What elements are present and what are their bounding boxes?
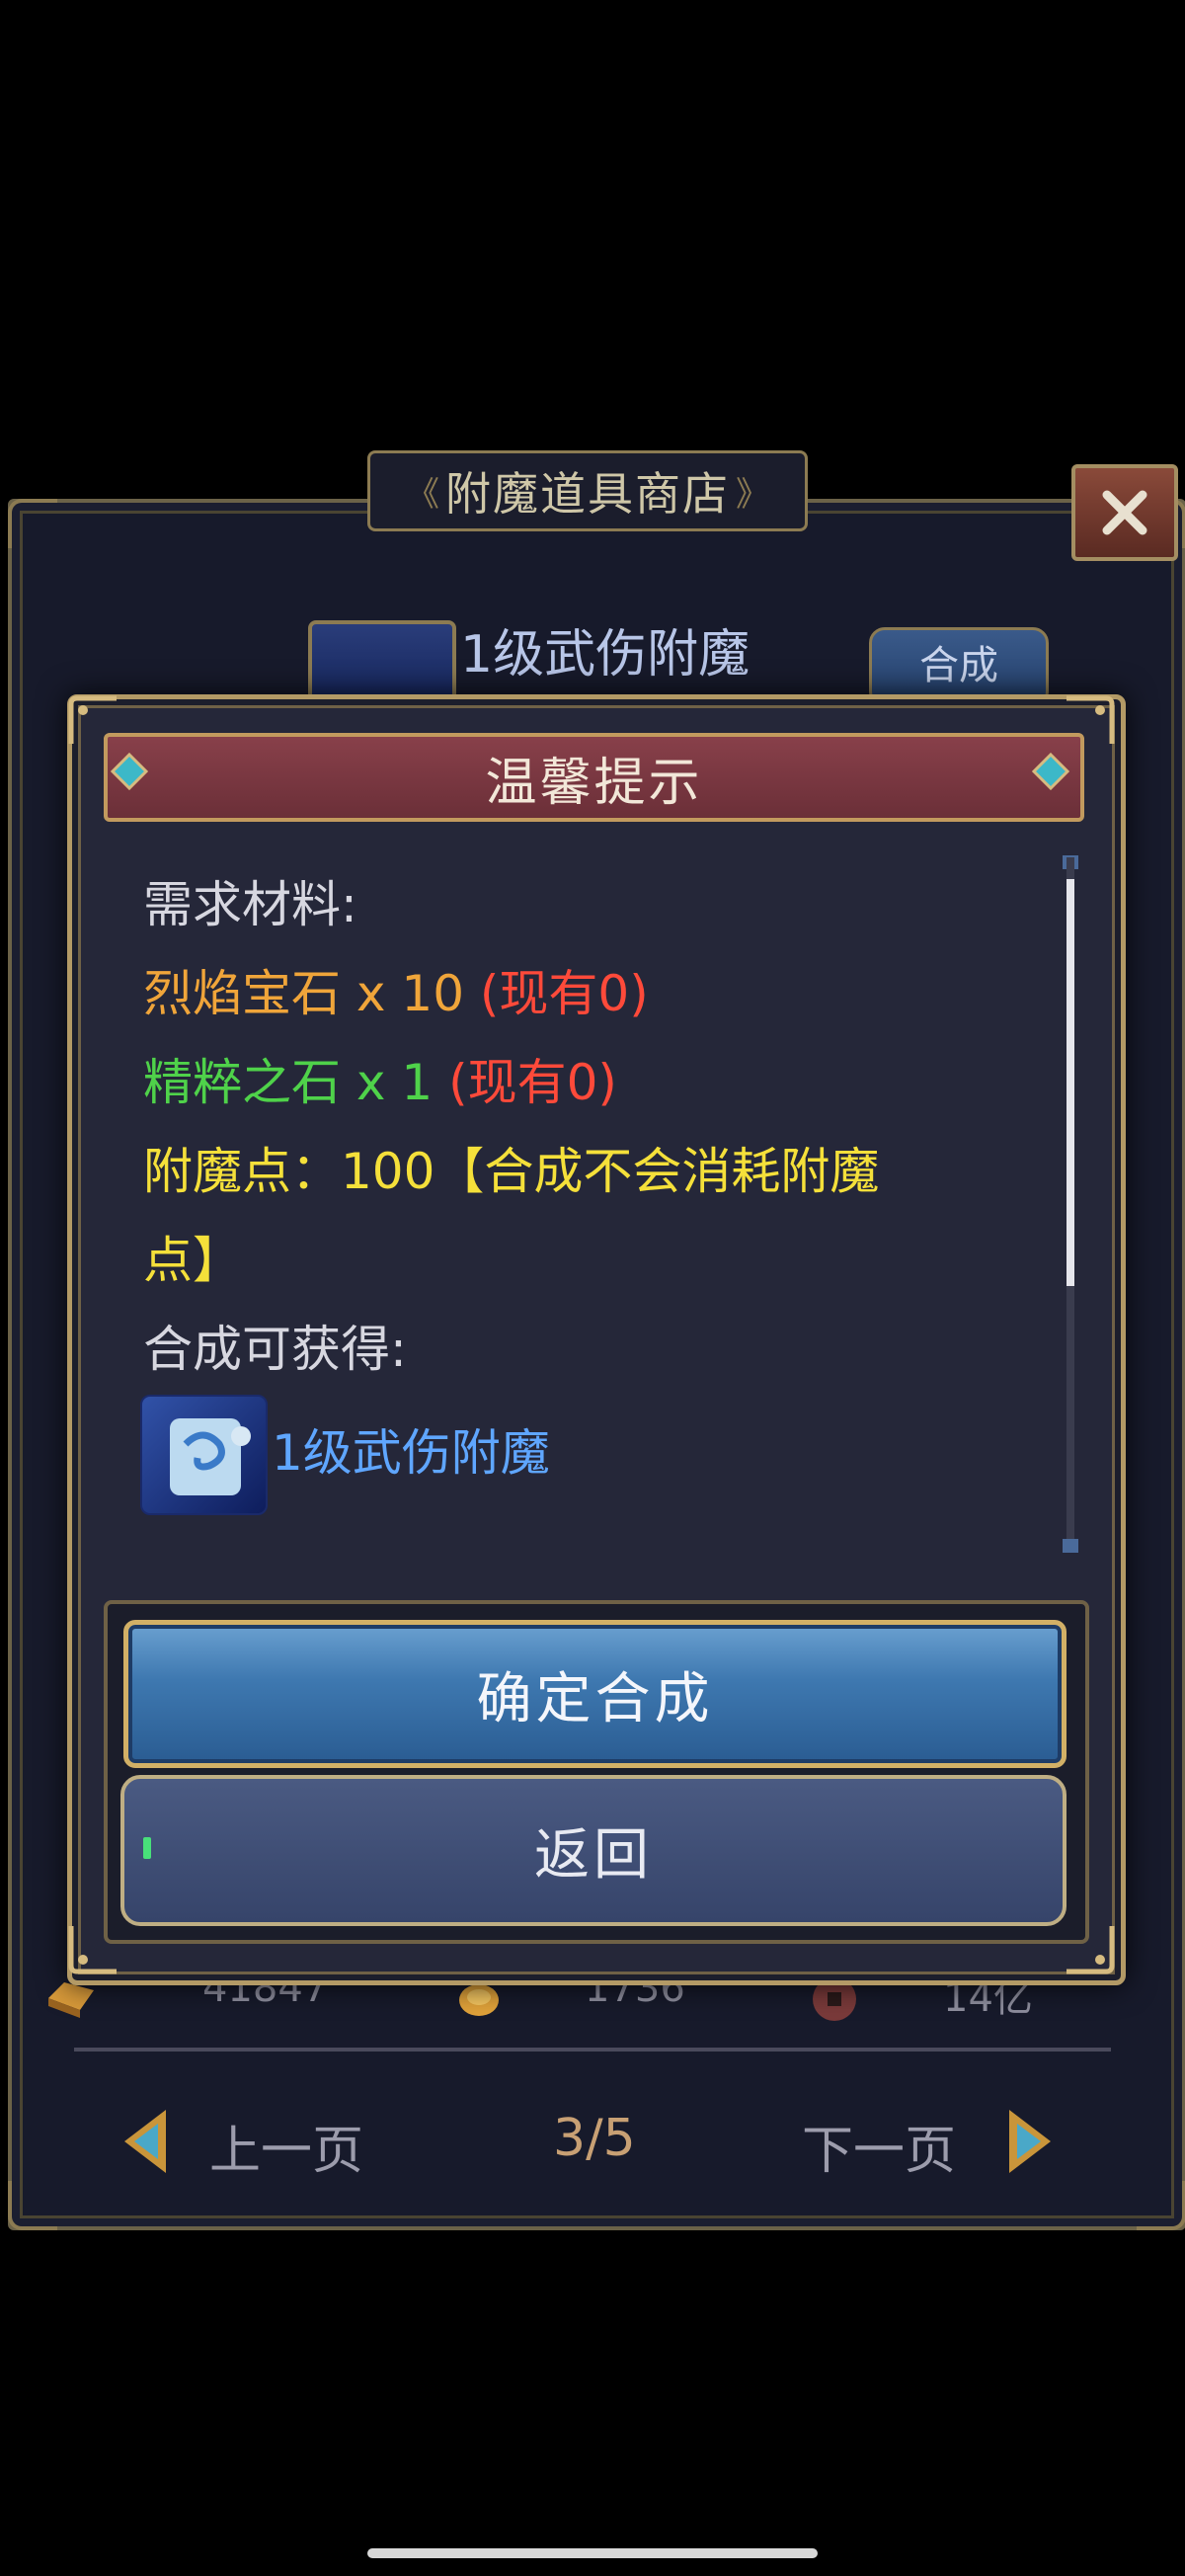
diamond-ornament-icon [111,753,148,790]
scroll-down-icon[interactable] [1063,1539,1078,1553]
scrollbar-thumb[interactable] [1066,879,1074,1286]
dialog-header: 温馨提示 [104,733,1084,822]
close-icon [1102,490,1147,535]
page-indicator: 3/5 [553,2109,636,2168]
dialog-title: 温馨提示 [485,753,703,813]
material-row: 精粹之石 x 1 (现有0) [143,1037,617,1128]
title-bracket-right-icon: 》 [736,474,769,515]
divider [74,2048,1111,2052]
close-button[interactable] [1071,464,1178,561]
diamond-ornament-icon [1032,753,1069,790]
confirm-label: 确定合成 [476,1666,714,1731]
shop-title: 附魔道具商店 [445,467,730,521]
enchant-points-text: 附魔点：100【合成不会消耗附魔 [143,1143,880,1200]
title-bracket-left-icon: 《 [406,474,439,515]
confirm-synth-button[interactable]: 确定合成 [123,1620,1066,1768]
back-button[interactable]: 返回 [120,1775,1066,1926]
reward-name[interactable]: 1级武伤附魔 [272,1408,550,1498]
shop-item-name: 1级武伤附魔 [460,625,750,684]
material-name: 烈焰宝石 x 10 [143,965,464,1022]
corner-ornament [1137,2181,1185,2230]
home-indicator[interactable] [367,2548,818,2558]
materials-label: 需求材料: [143,876,357,933]
shop-title-plate: 《 附魔道具商店 》 [367,450,808,531]
next-arrow-icon[interactable] [1005,2106,1057,2177]
material-owned: (现有0) [479,965,649,1022]
prev-arrow-icon[interactable] [118,2106,170,2177]
corner-ornament [8,2181,57,2230]
corner-ornament [8,499,57,548]
next-page-button[interactable]: 下一页 [802,2109,956,2183]
back-label: 返回 [534,1823,653,1888]
prev-page-button[interactable]: 上一页 [209,2109,363,2183]
gain-label: 合成可获得: [143,1321,407,1378]
scroll-icon[interactable] [140,1395,268,1515]
material-row: 烈焰宝石 x 10 (现有0) [143,948,649,1039]
material-name: 精粹之石 x 1 [143,1054,434,1111]
material-owned: (现有0) [448,1054,617,1111]
enchant-points-text-cont: 点】 [143,1232,242,1289]
indicator-dot [143,1837,151,1859]
